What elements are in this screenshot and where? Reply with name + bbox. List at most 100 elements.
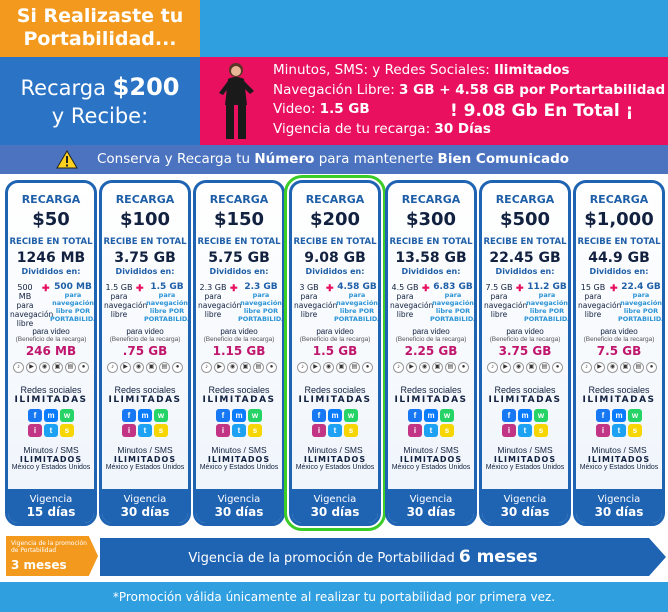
card-split: 7.5 GB para navegación libre ✚ 11.2 GB para … (482, 282, 568, 324)
video-app-icon: ◉ (39, 362, 50, 373)
plan-card[interactable]: RECARGA $100 RECIBE EN TOTAL 3.75 GB Dividid… (99, 180, 191, 526)
video-app-icon: ▣ (146, 362, 157, 373)
video-app-icon: ● (172, 362, 183, 373)
card-video-sub: (Beneficio de la recarga) (15, 336, 87, 343)
card-amount: $150 (213, 209, 265, 230)
card-port: 11.2 GB para navegación libre POR PORTABI… (524, 282, 568, 324)
card-minutos: Minutos / SMS (403, 445, 459, 455)
video-app-icon: ◉ (227, 362, 238, 373)
card-video-sub: (Beneficio de la recarga) (203, 336, 275, 343)
card-split: 2.3 GB para navegación libre ✚ 2.3 GB para n… (196, 282, 282, 324)
video-app-icon: ▤ (253, 362, 264, 373)
card-vigencia: Vigencia 30 días (196, 489, 282, 523)
card-recibe-label: RECIBE EN TOTAL (389, 237, 473, 247)
card-recibe-label: RECIBE EN TOTAL (577, 237, 661, 247)
social-icons: fmw its (196, 409, 282, 437)
card-video-label: para video (126, 327, 164, 336)
card-recarga-label: RECARGA (209, 193, 269, 206)
social-app-icon: m (518, 409, 532, 422)
video-app-icon: ▶ (500, 362, 511, 373)
plan-card[interactable]: RECARGA $1,000 RECIBE EN TOTAL 44.9 GB Divid… (573, 180, 665, 526)
card-total: 44.9 GB (588, 250, 650, 266)
social-app-icon: i (596, 424, 610, 437)
card-mexico: México y Estados Unidos (579, 464, 659, 471)
video-app-icon: ◉ (133, 362, 144, 373)
card-split: 15 GB para navegación libre ✚ 22.4 GB para n… (576, 283, 662, 324)
card-divididos: Divididos en: (589, 267, 649, 276)
video-app-icon: ▤ (159, 362, 170, 373)
card-libre: 500 MB para navegación libre (10, 283, 54, 328)
card-redes: Redes sociales (494, 385, 556, 395)
card-libre: 7.5 GB para navegación libre (484, 283, 528, 319)
card-libre: 15 GB para navegación libre (578, 283, 622, 319)
video-app-icon: ▤ (633, 362, 644, 373)
card-mexico: México y Estados Unidos (199, 464, 279, 471)
card-video-label: para video (412, 327, 450, 336)
card-minutos: Minutos / SMS (117, 445, 173, 455)
card-video-label: para video (316, 327, 354, 336)
social-app-icon: i (28, 424, 42, 437)
benefits-list: Minutos, SMS: y Redes Sociales: Ilimitad… (273, 61, 668, 139)
warning-text: Conserva y Recarga tu Número para manten… (97, 151, 570, 167)
woman-figure-icon (219, 63, 254, 139)
card-amount: $300 (405, 209, 457, 230)
video-apps: ♪ ▶ ◉ ▣ ▤ ● (292, 362, 378, 373)
social-app-icon: f (408, 409, 422, 422)
social-app-icon: i (408, 424, 422, 437)
social-app-icon: f (122, 409, 136, 422)
card-port: 2.3 GB para navegación libre POR PORTABIL… (238, 282, 282, 324)
portabilidad-title: Si Realizaste tu Portabilidad... (0, 0, 200, 57)
warning-icon (56, 150, 78, 169)
social-app-icon: i (216, 424, 230, 437)
promo-6-meses: Vigencia de la promoción de Portabilidad… (100, 538, 666, 576)
card-recarga-label: RECARGA (495, 193, 555, 206)
card-mexico: México y Estados Unidos (105, 464, 185, 471)
card-minutos: Minutos / SMS (307, 445, 363, 455)
card-amount: $50 (32, 209, 70, 230)
card-total: 3.75 GB (114, 250, 176, 266)
plan-card[interactable]: RECARGA $200 RECIBE EN TOTAL 9.08 GB Dividid… (284, 175, 386, 531)
plan-card[interactable]: RECARGA $150 RECIBE EN TOTAL 5.75 GB Dividid… (193, 180, 285, 526)
social-app-icon: t (138, 424, 152, 437)
card-split: 500 MB para navegación libre ✚ 500 MB para n… (8, 283, 94, 329)
benefits-panel: Minutos, SMS: y Redes Sociales: Ilimitad… (200, 57, 668, 145)
plus-icon: ✚ (422, 283, 430, 293)
video-app-icon: ♪ (393, 362, 404, 373)
plan-card[interactable]: RECARGA $500 RECIBE EN TOTAL 22.45 GB Dividi… (479, 180, 571, 526)
video-app-icon: ▣ (52, 362, 63, 373)
card-amount: $100 (119, 209, 171, 230)
card-video-sub: (Beneficio de la recarga) (489, 336, 561, 343)
card-amount: $200 (309, 209, 361, 230)
card-port: 1.5 GB para navegación libre POR PORTABIL… (144, 282, 188, 324)
plan-card[interactable]: RECARGA $50 RECIBE EN TOTAL 1246 MB Dividido… (5, 180, 97, 526)
plan-card[interactable]: RECARGA $300 RECIBE EN TOTAL 13.58 GB Dividi… (385, 180, 477, 526)
card-recarga-label: RECARGA (401, 193, 461, 206)
video-app-icon: ◉ (607, 362, 618, 373)
card-divididos: Divididos en: (21, 267, 81, 276)
social-app-icon: w (628, 409, 642, 422)
card-port: 6.83 GB para navegación libre POR PORTABI… (430, 282, 474, 324)
card-video: .75 GB (122, 344, 168, 358)
card-ilimitadas: ILIMITADAS (488, 395, 562, 405)
video-app-icon: ▶ (214, 362, 225, 373)
card-mexico: México y Estados Unidos (295, 464, 375, 471)
card-total: 5.75 GB (208, 250, 270, 266)
social-app-icon: w (248, 409, 262, 422)
plus-icon: ✚ (42, 283, 50, 293)
video-app-icon: ◉ (323, 362, 334, 373)
video-app-icon: ▶ (310, 362, 321, 373)
social-app-icon: i (312, 424, 326, 437)
card-recibe-label: RECIBE EN TOTAL (483, 237, 567, 247)
plus-icon: ✚ (136, 283, 144, 293)
card-ilimitados: ILIMITADOS (587, 455, 651, 464)
card-redes: Redes sociales (20, 385, 82, 395)
social-app-icon: s (248, 424, 262, 437)
card-total: 13.58 GB (395, 250, 467, 266)
video-app-icon: ▣ (620, 362, 631, 373)
social-icons: fmw its (576, 409, 662, 437)
social-icons: fmw its (388, 409, 474, 437)
card-mexico: México y Estados Unidos (11, 464, 91, 471)
card-video-label: para video (32, 327, 70, 336)
benefit-line-1: Minutos, SMS: y Redes Sociales: Ilimitad… (273, 62, 570, 78)
plus-icon: ✚ (610, 283, 618, 293)
